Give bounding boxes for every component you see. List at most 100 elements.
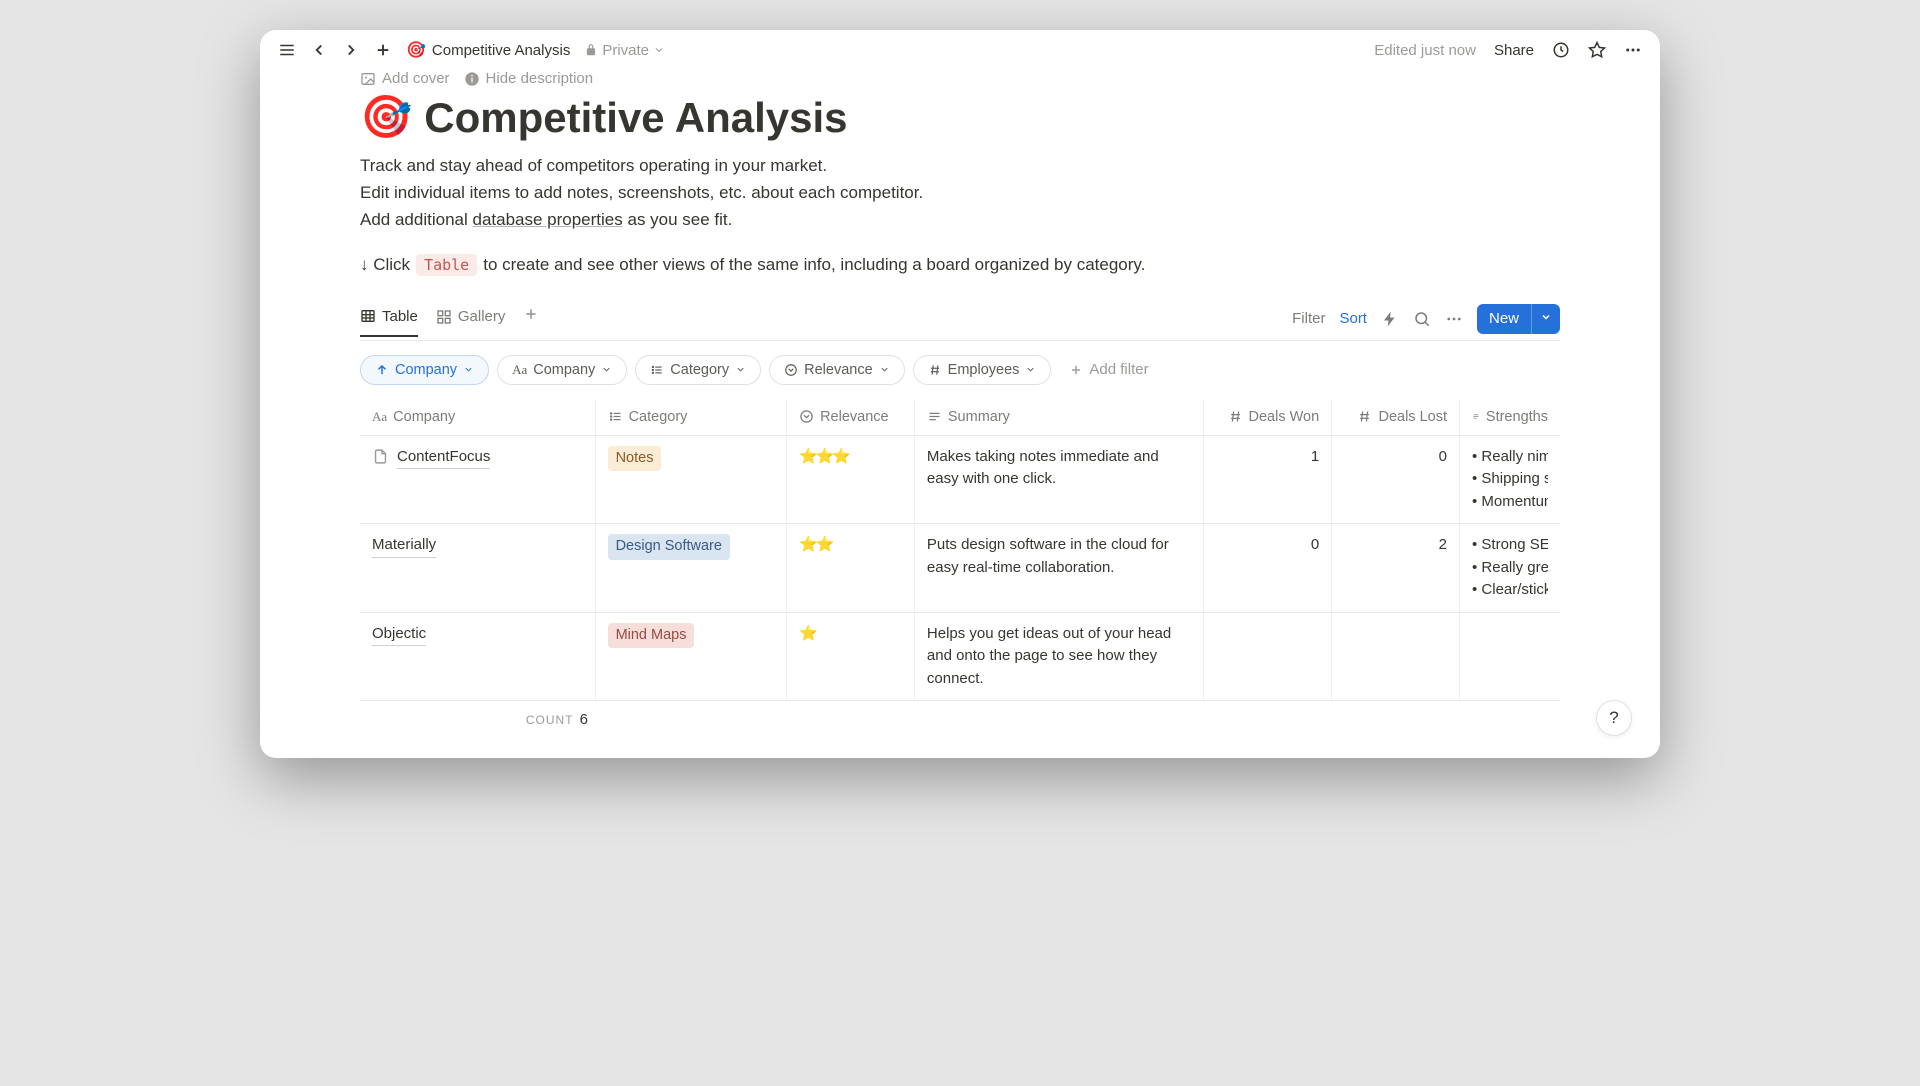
table-row[interactable]: ObjecticMind Maps⭐Helps you get ideas ou… bbox=[360, 613, 1560, 702]
desc-line-2: Edit individual items to add notes, scre… bbox=[360, 179, 1560, 206]
cell-company[interactable]: Objectic bbox=[360, 613, 596, 701]
strength-item: • Really nimb bbox=[1472, 446, 1548, 469]
cell-relevance[interactable]: ⭐ bbox=[787, 613, 915, 701]
desc-line-3: Add additional database properties as yo… bbox=[360, 206, 1560, 233]
favorite-icon[interactable] bbox=[1588, 41, 1606, 59]
hint-post: to create and see other views of the sam… bbox=[483, 255, 1145, 275]
forward-icon[interactable] bbox=[342, 41, 360, 59]
tab-gallery[interactable]: Gallery bbox=[436, 308, 506, 335]
category-tag: Notes bbox=[608, 446, 662, 472]
share-button[interactable]: Share bbox=[1494, 42, 1534, 59]
number-icon bbox=[1357, 409, 1372, 424]
table-row[interactable]: ContentFocus Notes ⭐⭐⭐ Makes taking notes i… bbox=[360, 436, 1560, 525]
cell-dealswon[interactable] bbox=[1204, 613, 1332, 701]
cell-category[interactable]: Mind Maps bbox=[596, 613, 788, 701]
privacy-button[interactable]: Private bbox=[584, 42, 665, 59]
filter-pill-category[interactable]: Category bbox=[635, 355, 761, 385]
strength-item: • Strong SEO bbox=[1472, 534, 1548, 557]
col-header-summary[interactable]: Summary bbox=[915, 399, 1204, 435]
cell-dealswon[interactable]: 0 bbox=[1204, 524, 1332, 612]
strength-item: • Shipping su bbox=[1472, 468, 1548, 491]
col-header-dealswon[interactable]: Deals Won bbox=[1204, 399, 1332, 435]
add-filter-button[interactable]: Add filter bbox=[1059, 355, 1158, 384]
cell-summary[interactable]: Helps you get ideas out of your head and… bbox=[915, 613, 1204, 701]
cell-dealslost[interactable]: 0 bbox=[1332, 436, 1460, 524]
count-cell[interactable]: COUNT 6 bbox=[360, 711, 600, 728]
list-icon bbox=[608, 409, 623, 424]
col-header-category[interactable]: Category bbox=[596, 399, 788, 435]
text-icon bbox=[1472, 409, 1480, 424]
filters-row: Company Aa Company Category Relevance Em… bbox=[360, 341, 1560, 399]
table-body: ContentFocusNotes⭐⭐⭐Makes taking notes i… bbox=[360, 436, 1560, 702]
page-title[interactable]: Competitive Analysis bbox=[424, 94, 847, 142]
sort-pill-company[interactable]: Company bbox=[360, 355, 489, 385]
add-view-button[interactable] bbox=[523, 306, 539, 337]
plus-icon bbox=[523, 306, 539, 322]
topbar: 🎯 Competitive Analysis Private Edited ju… bbox=[260, 30, 1660, 70]
chevron-down-icon bbox=[463, 364, 474, 375]
cell-summary[interactable]: Makes taking notes immediate and easy wi… bbox=[915, 436, 1204, 524]
filter-pill-relevance[interactable]: Relevance bbox=[769, 355, 905, 385]
text-icon bbox=[927, 409, 942, 424]
filter-pill-label: Relevance bbox=[804, 362, 873, 378]
cell-category[interactable]: Design Software bbox=[596, 524, 788, 612]
updates-icon[interactable] bbox=[1552, 41, 1570, 59]
col-label: Deals Lost bbox=[1378, 409, 1447, 425]
relevance-stars: ⭐⭐⭐ bbox=[799, 448, 849, 465]
select-icon bbox=[784, 363, 798, 377]
desc-line-1: Track and stay ahead of competitors oper… bbox=[360, 152, 1560, 179]
tab-table-label: Table bbox=[382, 308, 418, 325]
filter-pill-company[interactable]: Aa Company bbox=[497, 355, 627, 385]
automations-icon[interactable] bbox=[1381, 310, 1399, 328]
hamburger-icon[interactable] bbox=[278, 41, 296, 59]
views-row: Table Gallery Filter Sort bbox=[360, 304, 1560, 341]
cell-dealslost[interactable]: 2 bbox=[1332, 524, 1460, 612]
category-tag: Design Software bbox=[608, 534, 730, 560]
tab-table[interactable]: Table bbox=[360, 308, 418, 337]
strength-item: • Clear/sticky bbox=[1472, 579, 1548, 602]
database-properties-link[interactable]: database properties bbox=[472, 210, 622, 229]
count-label: COUNT bbox=[526, 713, 573, 727]
chevron-down-icon bbox=[879, 364, 890, 375]
cell-strengths[interactable]: • Really nimb• Shipping su• Momentum aft… bbox=[1460, 436, 1560, 524]
views-right: Filter Sort New bbox=[1292, 304, 1560, 340]
cell-dealslost[interactable] bbox=[1332, 613, 1460, 701]
table-row[interactable]: Materially Design Software ⭐⭐Puts design s… bbox=[360, 524, 1560, 613]
cell-company[interactable]: ContentFocus bbox=[360, 436, 596, 524]
topbar-left: 🎯 Competitive Analysis Private bbox=[278, 40, 665, 60]
col-header-strengths[interactable]: Strengths bbox=[1460, 399, 1560, 435]
strength-item: • Momentum after funding bbox=[1472, 491, 1548, 514]
search-icon[interactable] bbox=[1413, 310, 1431, 328]
add-cover-label: Add cover bbox=[382, 70, 450, 87]
add-cover-button[interactable]: Add cover bbox=[360, 70, 450, 87]
new-button[interactable]: New bbox=[1477, 304, 1560, 334]
cell-summary[interactable]: Puts design software in the cloud for ea… bbox=[915, 524, 1204, 612]
cell-strengths[interactable] bbox=[1460, 613, 1560, 701]
filter-pill-label: Category bbox=[670, 362, 729, 378]
page-title-emoji[interactable]: 🎯 bbox=[360, 93, 412, 142]
breadcrumb[interactable]: 🎯 Competitive Analysis bbox=[406, 40, 570, 60]
more-icon[interactable] bbox=[1624, 41, 1642, 59]
hint-pre: ↓ Click bbox=[360, 255, 410, 275]
cell-relevance[interactable]: ⭐⭐ bbox=[787, 524, 915, 612]
new-button-chevron[interactable] bbox=[1531, 304, 1560, 334]
page-description[interactable]: Track and stay ahead of competitors oper… bbox=[360, 152, 1560, 234]
help-button[interactable]: ? bbox=[1596, 700, 1632, 736]
filter-button[interactable]: Filter bbox=[1292, 310, 1325, 327]
cell-company[interactable]: Materially bbox=[360, 524, 596, 612]
cell-strengths[interactable]: • Strong SEO• Really grea• Clear/sticky bbox=[1460, 524, 1560, 612]
hide-description-button[interactable]: Hide description bbox=[464, 70, 594, 87]
count-value: 6 bbox=[580, 711, 588, 728]
cell-relevance[interactable]: ⭐⭐⭐ bbox=[787, 436, 915, 524]
cell-dealswon[interactable]: 1 bbox=[1204, 436, 1332, 524]
cell-category[interactable]: Notes bbox=[596, 436, 788, 524]
filter-pill-employees[interactable]: Employees bbox=[913, 355, 1052, 385]
col-header-dealslost[interactable]: Deals Lost bbox=[1332, 399, 1460, 435]
col-header-company[interactable]: Aa Company bbox=[360, 399, 596, 435]
col-label: Company bbox=[393, 409, 455, 425]
back-icon[interactable] bbox=[310, 41, 328, 59]
new-page-icon[interactable] bbox=[374, 41, 392, 59]
view-options-icon[interactable] bbox=[1445, 310, 1463, 328]
col-header-relevance[interactable]: Relevance bbox=[787, 399, 915, 435]
sort-button[interactable]: Sort bbox=[1339, 310, 1367, 327]
